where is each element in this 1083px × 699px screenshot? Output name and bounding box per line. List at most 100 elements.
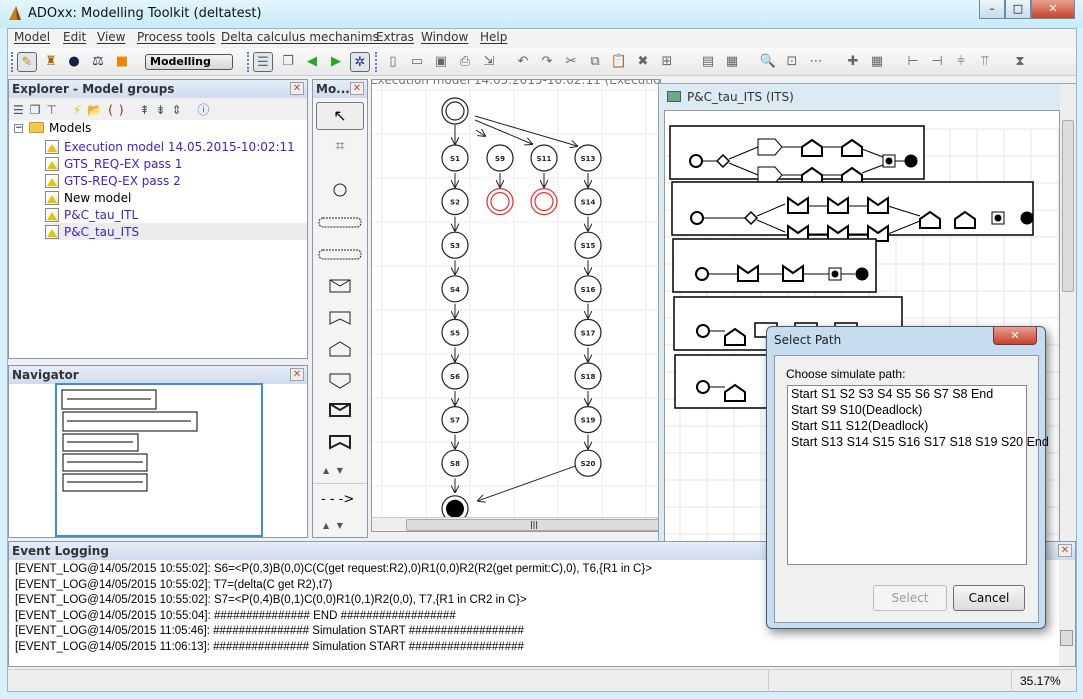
path-option[interactable]: Start S11 S12(Deadlock) xyxy=(791,419,928,433)
help-icon[interactable]: ⓘ xyxy=(197,103,215,117)
undo-icon[interactable]: ↶ xyxy=(513,52,533,72)
maximize-button[interactable]: □ xyxy=(1005,0,1031,19)
select-button[interactable]: Select xyxy=(873,585,947,611)
palette-scroll-up[interactable]: ▲ ▼ xyxy=(323,466,343,475)
tree-item-model[interactable]: Execution model 14.05.2015-10:02:11 xyxy=(45,138,295,155)
path-option[interactable]: Start S1 S2 S3 S4 S5 S6 S7 S8 End xyxy=(791,387,993,401)
its-vertical-scrollbar[interactable] xyxy=(1060,84,1076,544)
end-event xyxy=(855,267,869,281)
close-explorer-icon[interactable]: ✕ xyxy=(290,82,304,95)
log-vertical-scrollbar[interactable] xyxy=(1059,560,1075,666)
distribute-v-icon[interactable]: ⫪ xyxy=(975,52,995,72)
modeller-icon[interactable]: ♜ xyxy=(41,52,61,72)
expand-icon[interactable]: ⇟ xyxy=(155,103,171,117)
paste-icon[interactable]: 📋 xyxy=(609,52,629,72)
zoom-icon[interactable]: 🔍 xyxy=(758,52,778,72)
close-navigator-icon[interactable]: ✕ xyxy=(290,368,304,381)
connector-tool[interactable]: ⌗ xyxy=(316,136,364,160)
open-icon[interactable]: ▭ xyxy=(407,52,427,72)
forward-icon[interactable]: ▶ xyxy=(326,52,346,72)
tree-item-model[interactable]: New model xyxy=(45,189,131,206)
cut-icon[interactable]: ✂ xyxy=(561,52,581,72)
menu-view[interactable]: View xyxy=(97,30,125,44)
navigator-panel: Navigator ✕ xyxy=(8,365,308,538)
intermediate-dot xyxy=(885,157,893,165)
execution-model-diagram: S1 S2 S3 S4 S5 S6 S7 S8 S9 S11 S13 S14 S15 S16 S17 S18 S… xyxy=(372,80,660,523)
canvas-horizontal-scrollbar[interactable]: ||| xyxy=(372,517,660,531)
palette-scroll-down[interactable]: ▲ ▼ xyxy=(323,521,343,530)
hourglass-icon[interactable]: ⧗ xyxy=(1010,52,1030,72)
tree-item-model[interactable]: P&C_tau_ITS xyxy=(45,223,307,240)
tree-root-models[interactable]: Models xyxy=(49,121,91,135)
menu-extras[interactable]: Extras xyxy=(376,30,414,44)
windows-view-icon[interactable]: ❐ xyxy=(30,103,47,117)
tree-item-model[interactable]: P&C_tau_ITL xyxy=(45,206,138,223)
execution-model-canvas[interactable]: Execution model 14.05.2015-10:02:11 (Exe… xyxy=(371,79,661,532)
compass-icon[interactable]: ✲ xyxy=(350,52,370,72)
menu-model[interactable]: Model xyxy=(14,30,50,44)
back-icon[interactable]: ◀ xyxy=(302,52,322,72)
windows-icon[interactable]: ❐ xyxy=(278,52,298,72)
align-center-icon[interactable]: ⊣ xyxy=(927,52,947,72)
menu-process-tools[interactable]: Process tools xyxy=(137,30,215,44)
align-icon[interactable]: ⊞ xyxy=(657,52,677,72)
model-icon xyxy=(45,139,59,154)
new-icon[interactable]: ▯ xyxy=(383,52,403,72)
sort-icon[interactable]: ⇕ xyxy=(172,103,188,117)
lightning-icon[interactable]: ⚡ xyxy=(73,103,87,117)
image-icon[interactable]: ▤ xyxy=(698,52,718,72)
grid-toggle-icon[interactable]: ▦ xyxy=(867,52,887,72)
database-icon[interactable]: ☰ xyxy=(253,52,273,72)
mode-selector[interactable]: Modelling xyxy=(145,54,233,70)
collapse-icon[interactable]: ⇞ xyxy=(139,103,155,117)
puzzle-icon[interactable]: ■ xyxy=(112,52,132,72)
fit-icon[interactable]: ⊡ xyxy=(782,52,802,72)
dashed-arrow-tool[interactable]: - - -> xyxy=(321,492,354,507)
close-event-log-icon[interactable]: ✕ xyxy=(1058,544,1072,557)
export-icon[interactable]: ⇲ xyxy=(479,52,499,72)
hierarchy-icon[interactable]: ⊤ xyxy=(47,103,63,117)
crosshair-icon[interactable]: ✚ xyxy=(843,52,863,72)
save-icon[interactable]: ▣ xyxy=(431,52,451,72)
collapse-models-toggle[interactable]: − xyxy=(14,124,23,133)
start-state-inner xyxy=(445,101,465,121)
copy-icon[interactable]: ⧉ xyxy=(585,52,605,72)
import-icon[interactable]: 📂 xyxy=(87,103,108,117)
brackets-icon[interactable]: () xyxy=(108,103,129,117)
redo-icon[interactable]: ↷ xyxy=(537,52,557,72)
send-tool xyxy=(329,311,351,325)
path-option[interactable]: Start S13 S14 S15 S16 S17 S18 S19 S20 En… xyxy=(791,435,1049,449)
delete-icon[interactable]: ✖ xyxy=(633,52,653,72)
navigator-viewport[interactable] xyxy=(55,383,263,537)
log-line: [EVENT_LOG@14/05/2015 10:55:04]: #######… xyxy=(15,609,456,622)
print-icon[interactable]: ⎙ xyxy=(455,52,475,72)
model-window-icon xyxy=(667,91,681,102)
menu-delta-calculus[interactable]: Delta calculus mechanims xyxy=(221,30,379,44)
minimize-button[interactable]: – xyxy=(979,0,1005,19)
bomb-icon[interactable]: ● xyxy=(64,52,84,72)
table-icon[interactable]: ▦ xyxy=(722,52,742,72)
dialog-close-button[interactable]: ✕ xyxy=(993,327,1037,345)
deadlock-state-inner xyxy=(490,191,510,212)
menu-window[interactable]: Window xyxy=(421,30,468,44)
close-button[interactable]: ✕ xyxy=(1031,0,1075,19)
pointer-tool[interactable]: ↖ xyxy=(316,102,364,130)
process-box xyxy=(671,181,1034,236)
edit-model-icon[interactable]: ✎ xyxy=(17,52,37,72)
db-view-icon[interactable]: ☰ xyxy=(13,103,30,117)
menu-edit[interactable]: Edit xyxy=(63,30,86,44)
path-listbox[interactable]: Start S1 S2 S3 S4 S5 S6 S7 S8 End Start S… xyxy=(787,385,1049,565)
close-palette-icon[interactable]: ✕ xyxy=(350,82,364,95)
end-state-fill xyxy=(446,499,464,518)
menu-help[interactable]: Help xyxy=(480,30,507,44)
tree-item-model[interactable]: GTS_REQ-EX pass 1 xyxy=(45,155,182,172)
tree-item-model[interactable]: GTS-REQ-EX pass 2 xyxy=(45,172,181,189)
menu-bar: Model Edit View Process tools Delta calc… xyxy=(8,29,1076,47)
distribute-icon[interactable]: ⫩ xyxy=(951,52,971,72)
balance-icon[interactable]: ⚖ xyxy=(88,52,108,72)
align-left-icon[interactable]: ⊢ xyxy=(903,52,923,72)
path-option[interactable]: Start S9 S10(Deadlock) xyxy=(791,403,922,417)
cancel-button[interactable]: Cancel xyxy=(953,585,1025,611)
log-line: [EVENT_LOG@14/05/2015 10:55:02]: S6=<P(0… xyxy=(15,563,652,575)
grid-icon[interactable]: ⋯ xyxy=(806,52,826,72)
